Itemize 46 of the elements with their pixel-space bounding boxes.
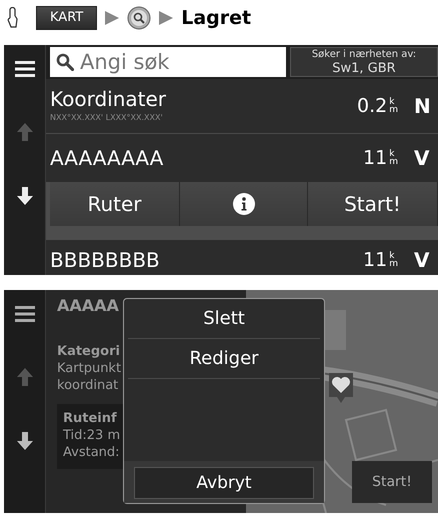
info-icon xyxy=(232,193,254,215)
category-text: koordinat xyxy=(57,377,120,394)
triangle-icon xyxy=(105,11,120,25)
place-title: AAAAA xyxy=(57,296,119,315)
unit-label: m xyxy=(389,106,398,114)
coordinates: NXX°XX.XXX' LXXX°XX.XXX' xyxy=(50,112,164,124)
unit-label: m xyxy=(389,158,398,166)
cancel-button[interactable]: Avbryt xyxy=(134,467,314,499)
search-button-icon[interactable] xyxy=(127,6,152,30)
start-button[interactable]: Start! xyxy=(308,182,438,226)
search-area-value: Sw1, GBR xyxy=(332,60,396,76)
unit-label: k xyxy=(389,98,396,106)
search-area-label: Søker i nærheten av: xyxy=(312,48,416,60)
unit-label: m xyxy=(389,260,398,268)
unit-label: k xyxy=(389,252,396,260)
distance: 11 xyxy=(363,248,388,270)
direction: V xyxy=(414,248,428,272)
unit-label: k xyxy=(389,150,396,158)
place-name: BBBBBBBB xyxy=(50,248,161,272)
search-area-button[interactable]: Søker i nærheten av: Sw1, GBR xyxy=(290,47,438,77)
info-button[interactable] xyxy=(180,182,308,226)
start-button[interactable]: Start! xyxy=(352,461,432,503)
menu-item[interactable]: Rediger xyxy=(128,339,320,379)
direction: N xyxy=(414,94,428,118)
search-icon xyxy=(56,53,74,71)
breadcrumb-label: Lagret xyxy=(181,7,252,29)
routes-button[interactable]: Ruter xyxy=(50,182,180,226)
direction: V xyxy=(414,146,428,170)
menu-icon[interactable] xyxy=(14,61,34,77)
distance: 0.2 xyxy=(357,95,388,117)
map-button[interactable]: KART xyxy=(36,6,98,30)
menu-icon[interactable] xyxy=(14,306,34,322)
route-info-title: Ruteinf xyxy=(63,410,118,427)
finger-icon xyxy=(6,7,18,29)
route-info-text: Avstand: xyxy=(63,444,121,461)
search-field[interactable]: Angi søk xyxy=(50,47,286,77)
menu-item[interactable]: Slett xyxy=(128,299,320,339)
category-text: Kartpunkt xyxy=(57,360,122,377)
triangle-icon xyxy=(159,11,174,25)
place-name: AAAAAAAA xyxy=(50,146,164,170)
distance: 11 xyxy=(363,147,388,169)
down-arrow-icon[interactable] xyxy=(16,187,32,205)
heart-pin-icon xyxy=(329,373,353,405)
place-name: Koordinater xyxy=(50,87,168,111)
route-info-text: Tid:23 m xyxy=(63,427,122,444)
down-arrow-icon[interactable] xyxy=(16,432,32,450)
